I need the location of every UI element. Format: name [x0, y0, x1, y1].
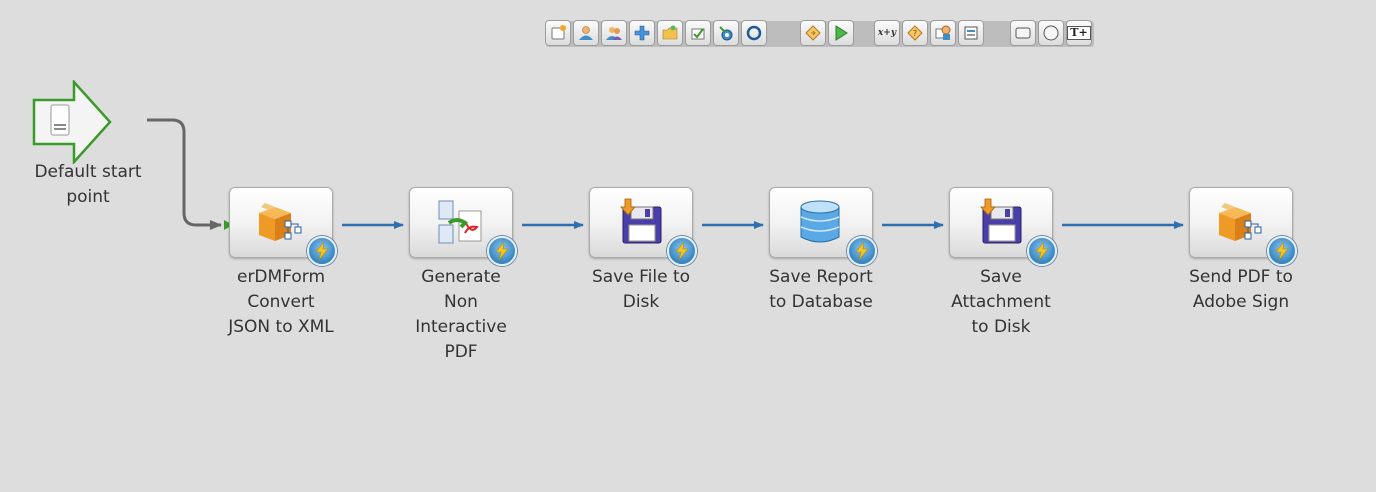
lightning-icon — [855, 241, 869, 261]
add-icon — [634, 25, 650, 41]
service-badge — [847, 236, 877, 266]
step-save-file[interactable] — [589, 187, 697, 266]
rectangle-tool[interactable] — [1010, 20, 1036, 46]
circle-icon — [746, 25, 762, 41]
step-label: Save Attachment to Disk — [951, 267, 1051, 337]
pdf-convert-icon — [438, 200, 482, 244]
palette-group-activities — [545, 20, 767, 46]
lightning-icon — [495, 241, 509, 261]
event-tool[interactable] — [713, 20, 739, 46]
decision-icon: ? — [907, 25, 923, 41]
palette-group-flow — [800, 20, 854, 46]
lightning-icon — [1275, 241, 1289, 261]
ellipse-icon — [1043, 25, 1059, 41]
folder-tool[interactable] — [657, 20, 683, 46]
box-flow-icon — [1219, 203, 1262, 241]
step-label: Generate Non Interactive PDF — [415, 267, 507, 362]
wizard-tool[interactable] — [685, 20, 711, 46]
step-label: Save File to Disk — [591, 267, 691, 312]
lightning-icon — [315, 241, 329, 261]
wizard-icon — [691, 28, 705, 40]
service-badge — [307, 236, 337, 266]
user-task-tool[interactable] — [573, 20, 599, 46]
folder-icon — [662, 25, 678, 40]
step-label: Send PDF to Adobe Sign — [1189, 267, 1293, 312]
form-tool[interactable] — [958, 20, 984, 46]
start-point-icon — [551, 25, 566, 40]
start-connector — [147, 118, 222, 230]
palette-group-annotations: T+ — [1010, 20, 1092, 46]
play-icon — [835, 25, 848, 41]
add-tool[interactable] — [629, 20, 655, 46]
service-badge — [487, 236, 517, 266]
set-value-tool[interactable]: x+y — [874, 20, 900, 46]
start-point-arrow-icon — [32, 78, 112, 166]
start-point-tool[interactable] — [545, 20, 571, 46]
rectangle-icon — [1015, 27, 1031, 39]
service-badge — [1027, 236, 1057, 266]
box-flow-icon — [259, 203, 302, 241]
form-icon — [964, 26, 978, 40]
ellipse-tool[interactable] — [1038, 20, 1064, 46]
default-start-point[interactable] — [32, 78, 112, 166]
event-icon — [719, 26, 733, 41]
step-convert-json[interactable] — [229, 187, 337, 266]
floppy-disk-icon — [620, 198, 662, 244]
step-generate-pdf[interactable] — [409, 187, 517, 266]
process-canvas[interactable]: x+y ? T+ Default start point erDMForm Co… — [0, 0, 1376, 492]
subprocess-tool[interactable] — [930, 20, 956, 46]
user-group-tool[interactable] — [601, 20, 627, 46]
database-icon — [800, 200, 840, 243]
step-save-attachment[interactable] — [949, 187, 1057, 266]
play-tool[interactable] — [828, 20, 854, 46]
gateway-icon — [805, 25, 821, 41]
text-icon: T+ — [1067, 26, 1091, 40]
step-label: erDMForm Convert JSON to XML — [228, 267, 334, 337]
user-task-icon — [579, 26, 593, 40]
user-group-icon — [606, 27, 622, 40]
subprocess-icon — [935, 25, 951, 40]
decision-tool[interactable]: ? — [902, 20, 928, 46]
svg-text:?: ? — [913, 29, 917, 38]
circle-tool[interactable] — [741, 20, 767, 46]
service-badge — [667, 236, 697, 266]
floppy-disk-icon — [980, 198, 1022, 244]
service-badge — [1267, 236, 1297, 266]
lightning-icon — [675, 241, 689, 261]
step-save-report[interactable] — [769, 187, 877, 266]
step-label: Save Report to Database — [769, 267, 873, 312]
step-send-pdf[interactable] — [1189, 187, 1297, 266]
set-value-icon: x+y — [877, 28, 897, 38]
gateway-tool[interactable] — [800, 20, 826, 46]
text-tool[interactable]: T+ — [1066, 20, 1092, 46]
lightning-icon — [1035, 241, 1049, 261]
palette-group-services: x+y ? — [874, 20, 984, 46]
start-point-label: Default start point — [34, 162, 142, 207]
